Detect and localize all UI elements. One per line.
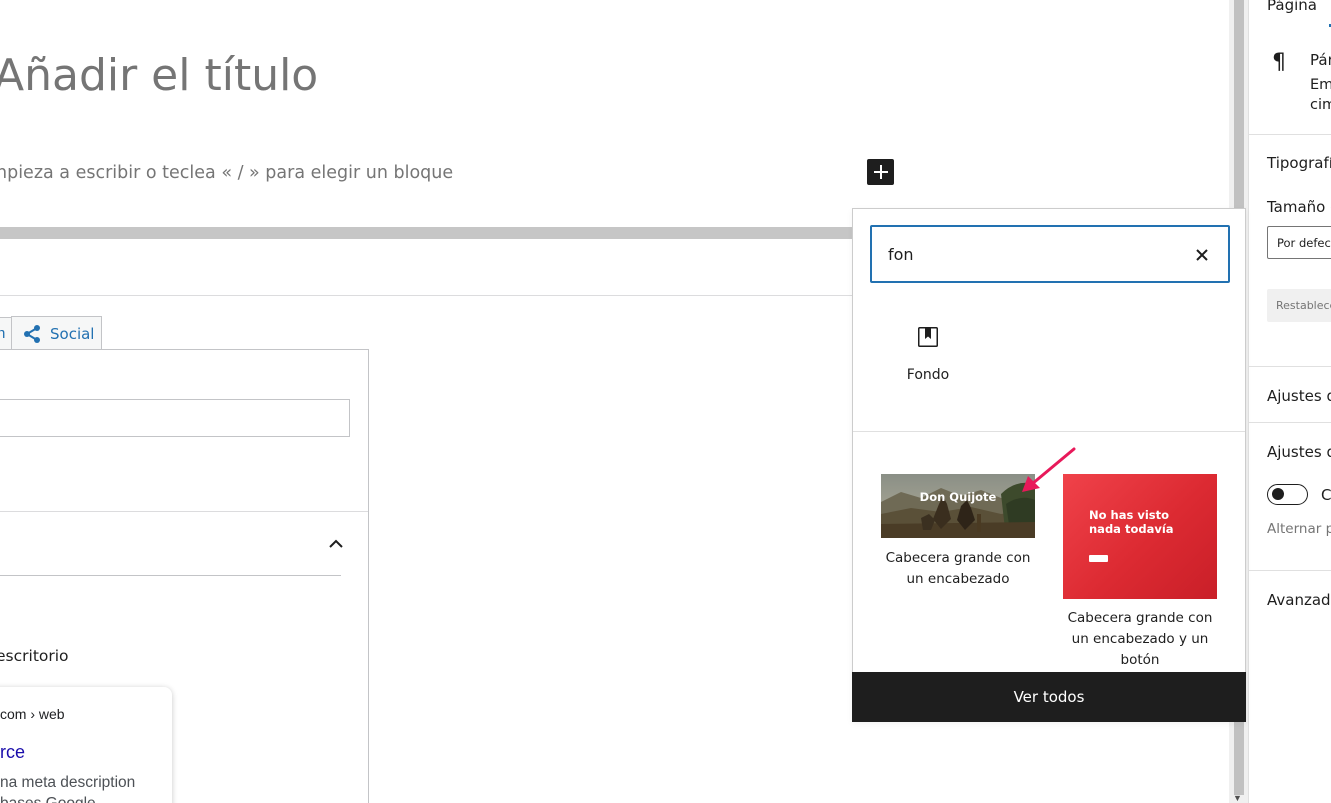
seo-tab-social-label: Social	[50, 324, 95, 343]
post-title-placeholder[interactable]: Añadir el título	[0, 50, 318, 101]
paragraph-icon: ¶	[1272, 50, 1286, 75]
block-card-title: Pár	[1310, 51, 1331, 69]
annotation-arrow-icon	[1022, 447, 1076, 492]
sidebar-divider	[1249, 366, 1331, 367]
seo-section-divider	[0, 511, 368, 512]
toggle-help-text: Alternar pa	[1267, 521, 1331, 537]
block-inserter-button[interactable]	[867, 159, 894, 185]
block-card-description: cim	[1310, 97, 1331, 113]
sidebar-divider	[1249, 570, 1331, 571]
don-quijote-painting: Don Quijote	[881, 474, 1035, 538]
scroll-down-icon[interactable]: ▼	[1233, 793, 1242, 803]
toggle-label: C	[1321, 486, 1331, 504]
block-item-fondo[interactable]: Fondo	[893, 325, 963, 410]
advanced-panel-title[interactable]: Avanzado	[1267, 591, 1331, 609]
settings-panel-title[interactable]: Ajustes de	[1267, 443, 1331, 461]
reset-button-label: Restablece	[1276, 299, 1331, 312]
serp-url: com › web	[0, 706, 65, 722]
pattern-label: Cabecera grande con un encabezado y un b…	[1067, 610, 1213, 668]
pattern-thumbnail-don-quijote[interactable]: Don Quijote	[881, 474, 1035, 538]
seo-subsection-divider	[0, 575, 341, 576]
serp-title[interactable]: rce	[0, 742, 25, 763]
cover-block-icon	[918, 327, 938, 347]
seo-tab-social[interactable]: Social	[11, 316, 102, 350]
settings-sidebar: Página ¶ Pár Em cim Tipografía Tamaño d …	[1248, 0, 1331, 803]
google-preview-card: com › web rce na meta description bases …	[0, 687, 172, 803]
view-all-label: Ver todos	[1013, 688, 1085, 706]
pattern-thumb-heading: Don Quijote	[920, 490, 997, 504]
paragraph-placeholder[interactable]: npieza a escribir o teclea « / » para el…	[0, 163, 453, 183]
close-icon[interactable]	[1192, 245, 1212, 265]
reset-button[interactable]: Restablece	[1267, 289, 1331, 322]
serp-description-line: na meta description	[0, 774, 136, 791]
pattern-label: Cabecera grande con un encabezado	[885, 550, 1031, 587]
inserter-search-input[interactable]	[888, 241, 1178, 267]
pattern-thumb-heading: No has visto nada todavía	[1089, 508, 1174, 536]
pattern-thumbnail-red-header[interactable]: No has visto nada todavía	[1063, 474, 1217, 599]
sidebar-divider	[1249, 134, 1331, 135]
inserter-search-field[interactable]	[870, 225, 1230, 283]
seo-tab-previous-label: n	[0, 325, 5, 342]
block-card-description: Em	[1310, 77, 1331, 93]
inserter-divider	[853, 431, 1245, 432]
pattern-thumb-heading-line: No has visto	[1089, 508, 1170, 522]
typography-panel-title[interactable]: Tipografía	[1267, 154, 1331, 172]
serp-description-line: bases Google	[0, 795, 96, 803]
font-size-select-value: Por defect	[1277, 236, 1331, 250]
sidebar-tab-page[interactable]: Página	[1267, 0, 1317, 14]
pattern-thumb-heading-line: nada todavía	[1089, 522, 1174, 536]
share-icon	[24, 324, 40, 343]
pattern-thumb-button	[1089, 555, 1108, 562]
font-size-label: Tamaño d	[1267, 198, 1331, 216]
block-item-label: Fondo	[906, 367, 950, 383]
toggle-knob	[1272, 488, 1284, 500]
seo-keyphrase-input[interactable]	[0, 399, 350, 437]
view-all-button[interactable]: Ver todos	[852, 672, 1246, 722]
preview-mode-desktop-option[interactable]: escritorio	[0, 647, 69, 665]
chevron-up-icon[interactable]	[327, 535, 345, 558]
plus-icon	[873, 165, 888, 179]
toggle-switch[interactable]	[1267, 484, 1308, 505]
font-size-select[interactable]: Por defect	[1267, 226, 1331, 259]
settings-panel-title[interactable]: Ajustes de	[1267, 387, 1331, 405]
sidebar-divider	[1249, 422, 1331, 423]
